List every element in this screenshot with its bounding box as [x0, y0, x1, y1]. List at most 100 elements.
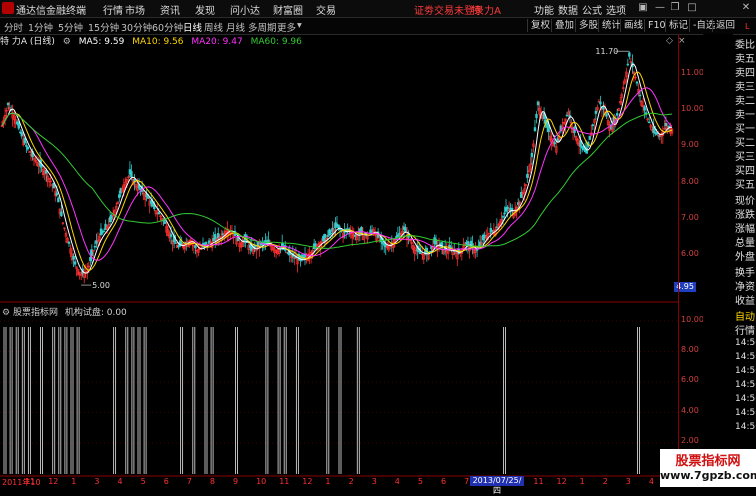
back-button[interactable]: 返回: [712, 19, 735, 32]
quote-label: 涨幅: [735, 224, 755, 235]
auto-label[interactable]: 自动: [735, 308, 756, 323]
menu-item-formula[interactable]: 公式: [582, 2, 602, 17]
date-tick: 10: [256, 477, 267, 486]
axis-gutter: [703, 34, 733, 487]
candle-body: [55, 192, 59, 196]
menu-bar: 通达信金融终端 行情 市场 资讯 发现 问小达 财富圈 交易 证劵交易未登录 特…: [0, 0, 756, 18]
quote-label: 卖三: [735, 82, 755, 93]
date-tick: 4: [648, 477, 654, 486]
period-tab-30min[interactable]: 30分钟: [121, 20, 152, 34]
menu-item-news[interactable]: 资讯: [160, 2, 180, 17]
candle-body: [72, 255, 75, 260]
period-tab-monthly[interactable]: 月线: [226, 20, 245, 34]
date-tick: 4: [394, 477, 400, 486]
candle-body: [57, 197, 60, 203]
quote-label: 净资: [735, 282, 755, 293]
period-tab-weekly[interactable]: 周线: [204, 20, 223, 34]
overlay-button[interactable]: 叠加: [551, 19, 574, 32]
date-tick: 3: [625, 477, 631, 486]
date-tick: 8: [209, 477, 215, 486]
quote-label: 买三: [735, 152, 755, 163]
menu-item-function[interactable]: 功能: [534, 2, 554, 17]
candle-body: [26, 146, 30, 150]
period-tab-60min[interactable]: 60分钟: [152, 20, 183, 34]
candle-body: [428, 250, 432, 253]
period-tab-1min[interactable]: 1分钟: [28, 20, 53, 34]
menu-item-wealth[interactable]: 财富圈: [273, 2, 303, 17]
candle-body: [553, 142, 556, 145]
minimize-icon[interactable]: —: [654, 2, 666, 14]
candle-body: [326, 235, 330, 237]
skin-icon[interactable]: ▣: [637, 2, 649, 14]
candle-body: [329, 232, 333, 235]
candle-body: [20, 132, 23, 137]
ma5-line: [1, 63, 673, 274]
candle-body: [157, 212, 161, 215]
mark-button[interactable]: 标记: [665, 19, 688, 32]
candle-body: [130, 171, 133, 178]
period-tab-more[interactable]: 更多: [277, 20, 296, 34]
date-tick: 12: [302, 477, 313, 486]
candle-body: [267, 239, 270, 244]
candle-body: [599, 101, 602, 105]
candle-body: [664, 123, 668, 126]
date-tick: 9: [233, 477, 239, 486]
date-tick: 7: [464, 477, 470, 486]
restore-icon[interactable]: ❐: [669, 2, 681, 14]
candle-body: [89, 257, 92, 262]
menu-item-discover[interactable]: 发现: [195, 2, 215, 17]
tick-time: 14:56: [735, 380, 756, 390]
menu-item-market[interactable]: 市场: [125, 2, 145, 17]
quote-label: 收益: [735, 296, 755, 307]
tick-time: 14:56: [735, 352, 756, 362]
candle-body: [626, 63, 630, 66]
close-icon[interactable]: ✕: [740, 2, 752, 14]
menu-item-trade[interactable]: 交易: [316, 2, 336, 17]
period-tab-5min[interactable]: 5分钟: [58, 20, 83, 34]
period-tab-intraday[interactable]: 分时: [4, 20, 23, 34]
candle-body: [73, 261, 77, 265]
indicator-settings-icon[interactable]: ⚙: [2, 308, 10, 318]
kline-chart[interactable]: 11.70 5.00: [0, 34, 678, 477]
stats-button[interactable]: 统计: [598, 19, 621, 32]
tick-time: 14:56: [735, 366, 756, 376]
indicator-name: 股票指标网: [12, 308, 58, 318]
quote-label: 卖五: [735, 54, 755, 65]
candle-body: [533, 127, 537, 132]
candle-body: [118, 194, 121, 198]
quotes-label[interactable]: 行情: [735, 322, 756, 337]
candle-body: [44, 170, 48, 174]
candle-body: [17, 122, 20, 129]
date-tick: 6: [441, 477, 447, 486]
candle-body: [60, 211, 63, 217]
multi-stock-button[interactable]: 多股: [575, 19, 598, 32]
more-dropdown-icon[interactable]: ▾: [297, 20, 302, 31]
app-name: 通达信金融终端: [16, 6, 86, 17]
period-tab-daily[interactable]: 日线: [183, 20, 202, 34]
date-tick: 1: [71, 477, 77, 486]
period-tab-multi[interactable]: 多周期: [248, 20, 277, 34]
period-tab-15min[interactable]: 15分钟: [88, 20, 119, 34]
menu-item-ask[interactable]: 问小达: [230, 2, 260, 17]
candle-body: [501, 216, 505, 218]
draw-button[interactable]: 画线: [620, 19, 643, 32]
candle-body: [526, 174, 529, 178]
candle-body: [643, 106, 646, 111]
date-tick: 5: [140, 477, 146, 486]
menu-item-options[interactable]: 选项: [606, 2, 626, 17]
maximize-icon[interactable]: □: [686, 2, 698, 14]
adjust-button[interactable]: 复权: [527, 19, 550, 32]
date-tick: 7: [186, 477, 192, 486]
date-tick: 1: [579, 477, 585, 486]
candle-body: [588, 135, 591, 140]
app-logo-icon: [2, 2, 14, 14]
date-axis: 2011年10111213456789101112123456791011121…: [0, 477, 680, 487]
candle-body: [169, 234, 173, 237]
date-tick: 3: [94, 477, 100, 486]
candle-body: [647, 121, 651, 124]
menu-item-quotes[interactable]: 行情: [103, 2, 123, 17]
watermark: 股票指标网 www.7gpzb.com: [660, 449, 756, 487]
menu-item-data[interactable]: 数据: [558, 2, 578, 17]
f10-button[interactable]: F10: [644, 19, 666, 32]
date-tick: 12: [556, 477, 567, 486]
